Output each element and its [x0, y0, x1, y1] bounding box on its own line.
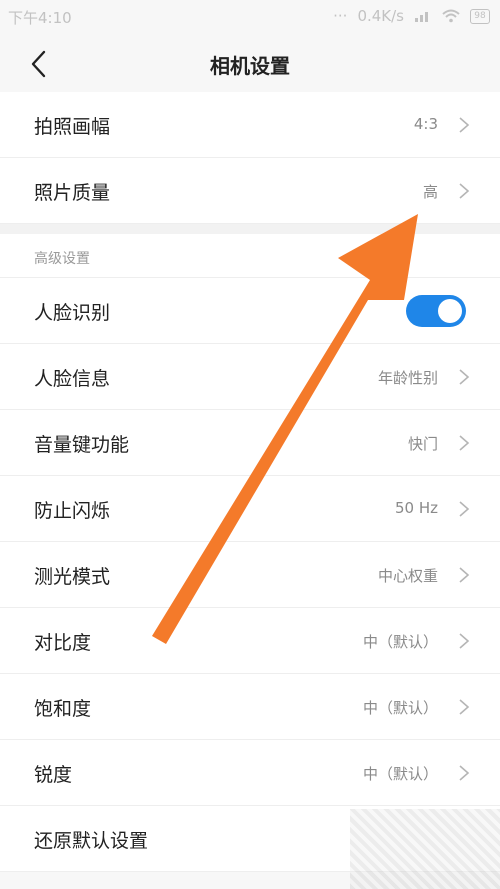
setting-row-metering-mode[interactable]: 测光模式 中心权重: [0, 542, 500, 608]
section-divider: [0, 224, 500, 234]
setting-label: 测光模式: [34, 566, 111, 588]
setting-label: 人脸识别: [34, 302, 111, 324]
setting-label: 对比度: [34, 632, 92, 654]
chevron-right-icon: [459, 765, 470, 781]
setting-value: 中心权重: [377, 567, 438, 585]
setting-label: 锐度: [34, 764, 73, 786]
chevron-right-icon: [459, 435, 470, 451]
battery-icon: 98: [470, 8, 490, 24]
signal-icon: [415, 12, 428, 22]
chevron-right-icon: [459, 633, 470, 649]
setting-value: 中（默认）: [362, 699, 438, 717]
setting-label: 音量键功能: [34, 434, 130, 456]
watermark: [350, 809, 500, 889]
setting-value: 高: [422, 183, 438, 201]
page-title: 相机设置: [210, 54, 290, 78]
setting-value: 快门: [407, 435, 438, 453]
setting-value: 中（默认）: [362, 633, 438, 651]
setting-label: 照片质量: [34, 182, 111, 204]
setting-value: 年龄性别: [377, 369, 438, 387]
chevron-right-icon: [459, 369, 470, 385]
setting-row-contrast[interactable]: 对比度 中（默认）: [0, 608, 500, 674]
chevron-right-icon: [459, 117, 470, 133]
setting-row-photo-quality[interactable]: 照片质量 高: [0, 158, 500, 224]
status-right: ··· 0.4K/s 98: [333, 7, 490, 25]
setting-row-face-recognition: 人脸识别: [0, 278, 500, 344]
setting-label: 人脸信息: [34, 368, 111, 390]
settings-list: 拍照画幅 4:3 照片质量 高 高级设置 人脸识别 人脸信息 年龄性别 音量键功…: [0, 92, 500, 872]
toggle-knob: [438, 299, 462, 323]
setting-row-sharpness[interactable]: 锐度 中（默认）: [0, 740, 500, 806]
setting-row-photo-ratio[interactable]: 拍照画幅 4:3: [0, 92, 500, 158]
status-bar: 下午4:10 ··· 0.4K/s 98: [0, 0, 500, 34]
header-bar: 相机设置: [0, 34, 500, 92]
setting-value: 50 Hz: [394, 499, 438, 517]
chevron-right-icon: [459, 501, 470, 517]
chevron-right-icon: [459, 699, 470, 715]
setting-value: 中（默认）: [362, 765, 438, 783]
setting-label: 还原默认设置: [34, 830, 149, 852]
section-header-advanced: 高级设置: [0, 234, 500, 278]
chevron-right-icon: [459, 183, 470, 199]
section-title: 高级设置: [34, 251, 90, 267]
setting-row-volume-key[interactable]: 音量键功能 快门: [0, 410, 500, 476]
chevron-right-icon: [459, 567, 470, 583]
setting-row-face-info[interactable]: 人脸信息 年龄性别: [0, 344, 500, 410]
setting-row-anti-flicker[interactable]: 防止闪烁 50 Hz: [0, 476, 500, 542]
camera-settings-screen: 下午4:10 ··· 0.4K/s 98 相机设置 拍照画幅 4:3 照片质量 …: [0, 0, 500, 889]
setting-label: 饱和度: [34, 698, 92, 720]
setting-label: 拍照画幅: [34, 116, 111, 138]
face-recognition-toggle[interactable]: [406, 295, 466, 327]
setting-label: 防止闪烁: [34, 500, 111, 522]
setting-value: 4:3: [413, 115, 438, 133]
network-speed: 0.4K/s: [357, 7, 404, 25]
status-time: 下午4:10: [8, 9, 72, 27]
setting-row-saturation[interactable]: 饱和度 中（默认）: [0, 674, 500, 740]
wifi-icon: [442, 9, 460, 23]
notification-dots: ···: [333, 7, 348, 25]
